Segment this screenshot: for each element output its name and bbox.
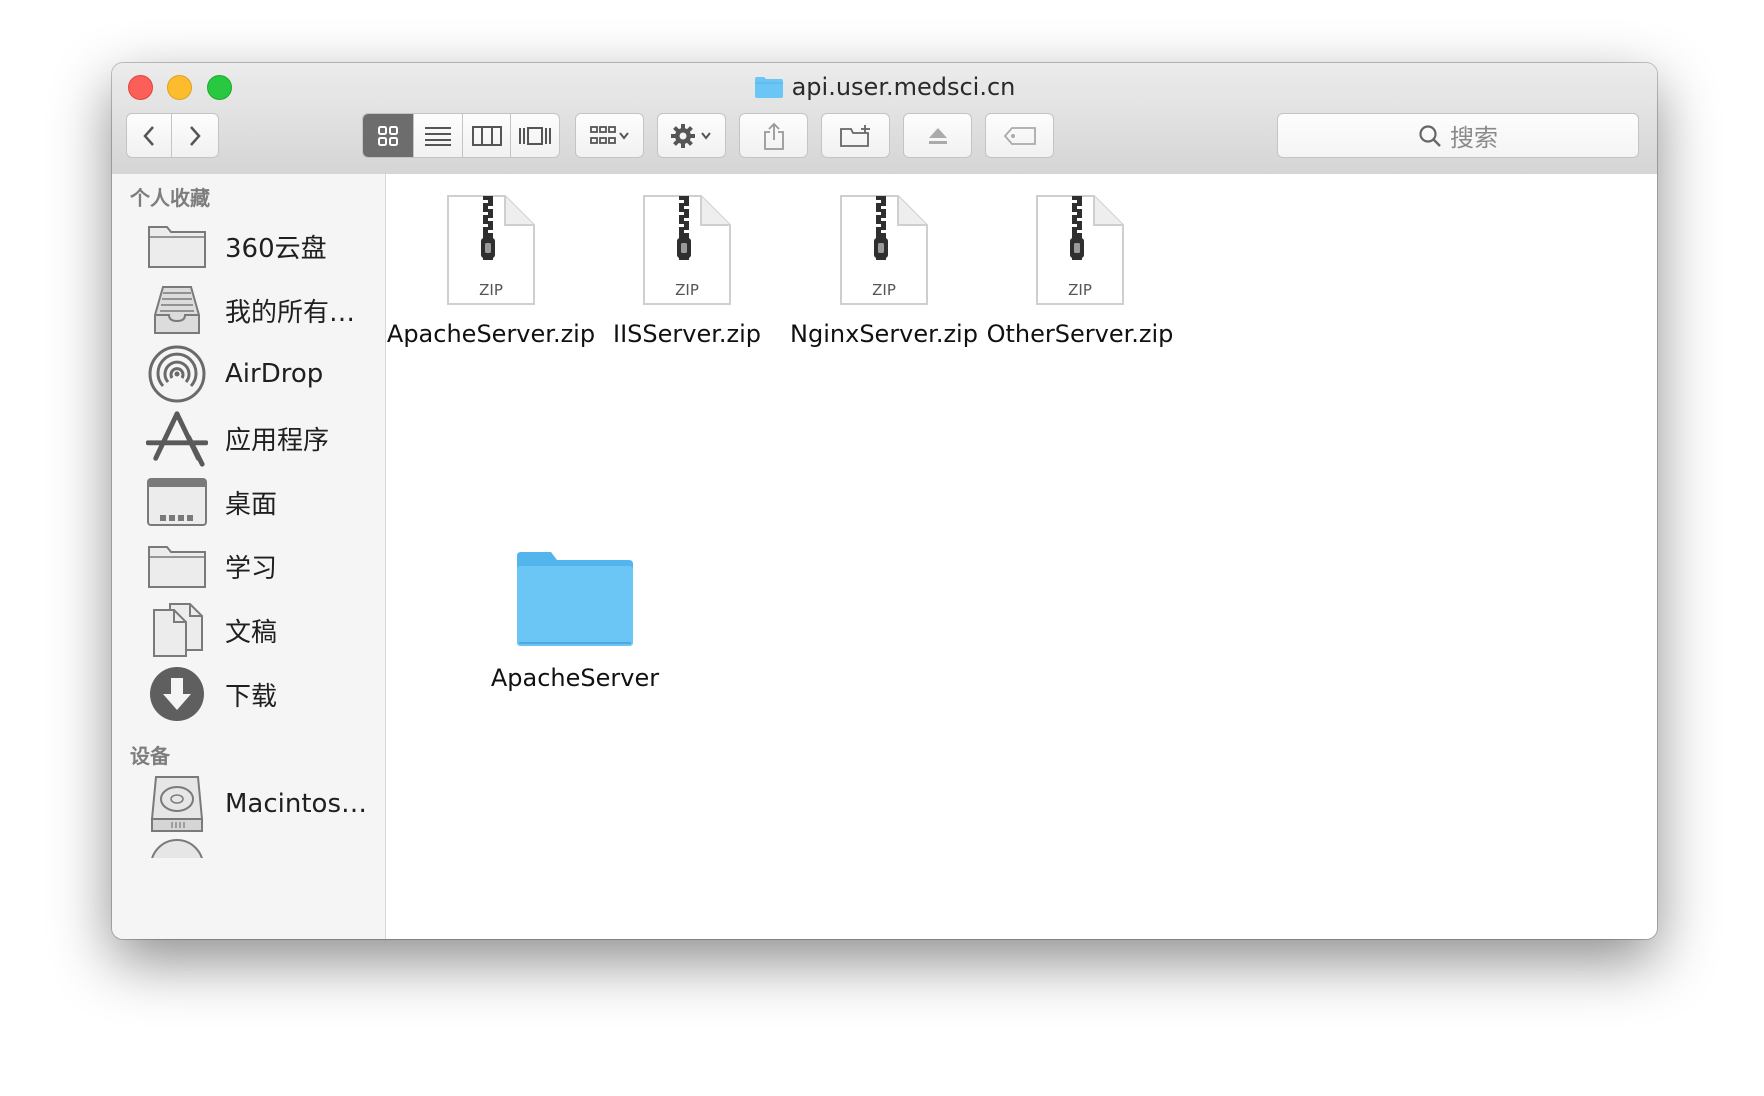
eject-button[interactable]	[903, 113, 972, 158]
file-item[interactable]: ZIP OtherServer.zip	[975, 194, 1185, 348]
folder-item[interactable]: ApacheServer	[470, 550, 680, 692]
cover-flow-view-button[interactable]	[511, 114, 559, 157]
disc-icon	[149, 838, 205, 858]
applications-icon	[146, 410, 208, 467]
search-icon	[1419, 124, 1441, 147]
new-folder-button[interactable]	[821, 113, 890, 158]
folder-name: ApacheServer	[490, 664, 660, 692]
search-field[interactable]: 搜索	[1277, 113, 1639, 158]
favorites-header: 个人收藏	[130, 186, 210, 210]
sidebar-item-documents[interactable]: 文稿	[112, 598, 385, 662]
arrange-icon	[589, 125, 629, 144]
file-name: OtherServer.zip	[986, 320, 1174, 348]
view-mode-selector	[362, 113, 560, 158]
icon-view-button[interactable]	[363, 114, 415, 157]
tag-icon	[1003, 126, 1036, 145]
finder-window: api.user.medsci.cn 搜索 个人收藏 360云盘 我的所有… A…	[112, 63, 1657, 939]
sidebar-item-label: 360云盘	[225, 233, 327, 264]
cover-flow-icon	[519, 126, 552, 145]
airdrop-icon	[146, 345, 208, 403]
back-button[interactable]	[127, 114, 173, 157]
file-name: ApacheServer.zip	[386, 320, 596, 348]
forward-button[interactable]	[172, 114, 218, 157]
list-view-button[interactable]	[414, 114, 463, 157]
sidebar-item-study[interactable]: 学习	[112, 534, 385, 598]
file-name: IISServer.zip	[612, 320, 762, 348]
zip-badge: ZIP	[1068, 281, 1092, 299]
file-item[interactable]: ZIP IISServer.zip	[582, 194, 792, 348]
sidebar-item-360-cloud[interactable]: 360云盘	[112, 214, 385, 278]
zip-file-icon: ZIP	[840, 195, 928, 305]
window-title-text: api.user.medsci.cn	[791, 73, 1016, 101]
folder-icon	[754, 75, 784, 107]
folder-icon	[146, 538, 208, 594]
navigation-buttons	[126, 113, 219, 158]
zip-badge: ZIP	[675, 281, 699, 299]
icon-grid-icon	[378, 125, 399, 146]
file-item[interactable]: ZIP ApacheServer.zip	[386, 194, 596, 348]
sidebar-item-applications[interactable]: 应用程序	[112, 406, 385, 470]
all-files-icon	[146, 282, 208, 338]
new-folder-icon	[839, 124, 870, 147]
zip-file-icon: ZIP	[1036, 195, 1124, 305]
zip-file-icon: ZIP	[643, 195, 731, 305]
sidebar-item-downloads[interactable]: 下载	[112, 662, 385, 726]
sidebar-item-label: 学习	[225, 553, 278, 584]
eject-icon	[928, 127, 947, 144]
sidebar-item-label: 我的所有…	[225, 297, 356, 328]
sidebar-item-airdrop[interactable]: AirDrop	[112, 342, 385, 406]
hard-drive-icon	[146, 776, 208, 832]
zip-badge: ZIP	[479, 281, 503, 299]
zip-file-icon: ZIP	[447, 195, 535, 305]
sidebar-item-label: 应用程序	[225, 425, 330, 456]
sidebar: 个人收藏 360云盘 我的所有… AirDrop 应用程序 桌面 学习 文稿 下…	[112, 174, 386, 939]
search-placeholder: 搜索	[1450, 124, 1498, 152]
tags-button[interactable]	[985, 113, 1054, 158]
sidebar-item-label: 下载	[225, 681, 278, 712]
share-button[interactable]	[739, 113, 808, 158]
arrange-button[interactable]	[575, 113, 644, 158]
desktop-icon	[146, 474, 208, 530]
sidebar-item-desktop[interactable]: 桌面	[112, 470, 385, 534]
gear-icon	[670, 123, 711, 148]
chevron-right-icon	[190, 125, 201, 146]
title-bar: api.user.medsci.cn 搜索	[112, 63, 1657, 175]
chevron-left-icon	[143, 125, 154, 146]
devices-header: 设备	[130, 744, 170, 768]
sidebar-item-label: 桌面	[225, 489, 278, 520]
zip-badge: ZIP	[872, 281, 896, 299]
file-name: NginxServer.zip	[790, 320, 978, 348]
sidebar-item-label: AirDrop	[225, 359, 324, 389]
sidebar-item-label: 文稿	[225, 617, 278, 648]
column-view-button[interactable]	[463, 114, 512, 157]
file-item[interactable]: ZIP NginxServer.zip	[779, 194, 989, 348]
columns-icon	[471, 125, 502, 146]
folder-icon	[146, 218, 208, 274]
sidebar-item-macintosh-hd[interactable]: Macintos…	[112, 772, 385, 836]
file-browser-content: ZIP ApacheServer.zip ZIP IISServer.zip Z…	[386, 174, 1657, 939]
folder-icon	[517, 552, 633, 646]
list-icon	[425, 126, 452, 146]
sidebar-item-all-my-files[interactable]: 我的所有…	[112, 278, 385, 342]
share-icon	[763, 122, 784, 150]
action-button[interactable]	[657, 113, 726, 158]
window-title: api.user.medsci.cn	[112, 71, 1657, 107]
sidebar-item-label: Macintos…	[225, 789, 368, 819]
downloads-icon	[146, 666, 208, 722]
documents-icon	[146, 602, 208, 658]
